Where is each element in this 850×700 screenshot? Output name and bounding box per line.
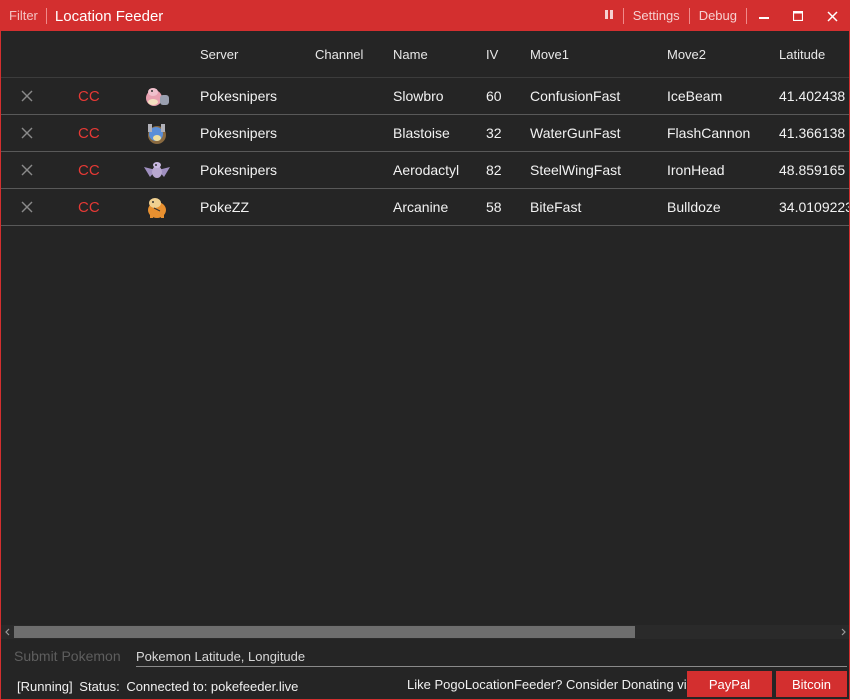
table-row[interactable]: CC PokeZZ Arcanine 58 BiteFast Bulldoze … bbox=[1, 189, 849, 226]
table-row[interactable]: CC Pokesnipers Slowbro 60 ConfusionFast … bbox=[1, 78, 849, 115]
title-bar: Filter Location Feeder Settings Debug bbox=[1, 1, 849, 31]
arcanine-sprite-icon bbox=[148, 198, 166, 218]
move1-cell: WaterGunFast bbox=[530, 125, 621, 141]
latitude-cell: 41.402438 bbox=[779, 88, 846, 104]
copy-coords-button[interactable]: CC bbox=[78, 125, 100, 142]
x-icon[interactable] bbox=[20, 126, 34, 140]
move2-cell: FlashCannon bbox=[667, 125, 751, 141]
server-cell: PokeZZ bbox=[200, 199, 250, 215]
server-cell: Pokesnipers bbox=[200, 162, 278, 178]
running-state: [Running] bbox=[17, 679, 73, 694]
iv-cell: 58 bbox=[486, 199, 502, 215]
bitcoin-button[interactable]: Bitcoin bbox=[776, 671, 847, 697]
arrow-left-icon bbox=[4, 628, 9, 636]
close-icon bbox=[826, 10, 838, 22]
aerodactyl-sprite-icon bbox=[144, 162, 170, 178]
pokemon-table: Server Channel Name IV Move1 Move2 Latit… bbox=[1, 31, 849, 226]
column-header-move1[interactable]: Move1 bbox=[530, 47, 569, 62]
name-cell: Aerodactyl bbox=[393, 162, 460, 178]
submit-pokemon-label: Submit Pokemon bbox=[14, 648, 121, 664]
move2-cell: Bulldoze bbox=[667, 199, 721, 215]
column-header-server[interactable]: Server bbox=[200, 47, 238, 62]
arrow-right-icon bbox=[841, 628, 846, 636]
x-icon[interactable] bbox=[20, 163, 34, 177]
minimize-button[interactable] bbox=[747, 1, 781, 31]
latitude-cell: 48.859165 bbox=[779, 162, 846, 178]
column-header-channel[interactable]: Channel bbox=[315, 47, 363, 62]
status-text: Connected to: pokefeeder.live bbox=[126, 679, 299, 694]
iv-cell: 60 bbox=[486, 88, 502, 104]
paypal-button[interactable]: PayPal bbox=[687, 671, 772, 697]
copy-coords-button[interactable]: CC bbox=[78, 88, 100, 105]
horizontal-scrollbar[interactable] bbox=[1, 625, 849, 639]
move2-cell: IceBeam bbox=[667, 88, 723, 104]
coordinates-input[interactable] bbox=[136, 645, 847, 667]
status-bar: [Running] Status: Connected to: pokefeed… bbox=[17, 679, 301, 694]
table-row[interactable]: CC Pokesnipers Aerodactyl 82 SteelWingFa… bbox=[1, 152, 849, 189]
copy-coords-button[interactable]: CC bbox=[78, 162, 100, 179]
iv-cell: 32 bbox=[486, 125, 502, 141]
maximize-icon bbox=[793, 11, 803, 21]
latitude-cell: 34.0109223 bbox=[779, 199, 850, 215]
x-icon[interactable] bbox=[20, 89, 34, 103]
latitude-cell: 41.366138 bbox=[779, 125, 846, 141]
status-label: Status: bbox=[79, 679, 120, 694]
scroll-right-arrow[interactable] bbox=[836, 625, 849, 639]
move2-cell: IronHead bbox=[667, 162, 725, 178]
debug-button[interactable]: Debug bbox=[690, 8, 746, 24]
name-cell: Blastoise bbox=[393, 125, 450, 141]
move1-cell: ConfusionFast bbox=[530, 88, 621, 104]
donate-text: Like PogoLocationFeeder? Consider Donati… bbox=[407, 677, 694, 692]
copy-coords-button[interactable]: CC bbox=[78, 199, 100, 216]
app-window: Filter Location Feeder Settings Debug Se… bbox=[0, 0, 850, 700]
iv-cell: 82 bbox=[486, 162, 502, 178]
name-cell: Arcanine bbox=[393, 199, 449, 215]
window-title: Location Feeder bbox=[54, 7, 164, 25]
scrollbar-thumb[interactable] bbox=[14, 626, 635, 638]
settings-button[interactable]: Settings bbox=[624, 8, 689, 24]
table-header: Server Channel Name IV Move1 Move2 Latit… bbox=[1, 31, 849, 78]
minimize-icon bbox=[759, 17, 769, 19]
table-row[interactable]: CC Pokesnipers Blastoise 32 WaterGunFast… bbox=[1, 115, 849, 152]
name-cell: Slowbro bbox=[393, 88, 444, 104]
filter-button[interactable]: Filter bbox=[1, 8, 47, 24]
x-icon[interactable] bbox=[20, 200, 34, 214]
move1-cell: SteelWingFast bbox=[530, 162, 622, 178]
server-cell: Pokesnipers bbox=[200, 125, 278, 141]
scroll-left-arrow[interactable] bbox=[1, 625, 14, 639]
slowbro-sprite-icon bbox=[146, 88, 169, 106]
pause-icon bbox=[604, 10, 613, 19]
move1-cell: BiteFast bbox=[530, 199, 582, 215]
close-button[interactable] bbox=[815, 1, 849, 31]
column-header-move2[interactable]: Move2 bbox=[667, 47, 706, 62]
column-header-latitude[interactable]: Latitude bbox=[779, 47, 825, 62]
server-cell: Pokesnipers bbox=[200, 88, 278, 104]
maximize-button[interactable] bbox=[781, 1, 815, 31]
pause-button[interactable] bbox=[595, 8, 623, 24]
column-header-iv[interactable]: IV bbox=[486, 47, 498, 62]
blastoise-sprite-icon bbox=[148, 124, 166, 144]
title-bar-actions: Settings Debug bbox=[595, 1, 849, 31]
column-header-name[interactable]: Name bbox=[393, 47, 428, 62]
